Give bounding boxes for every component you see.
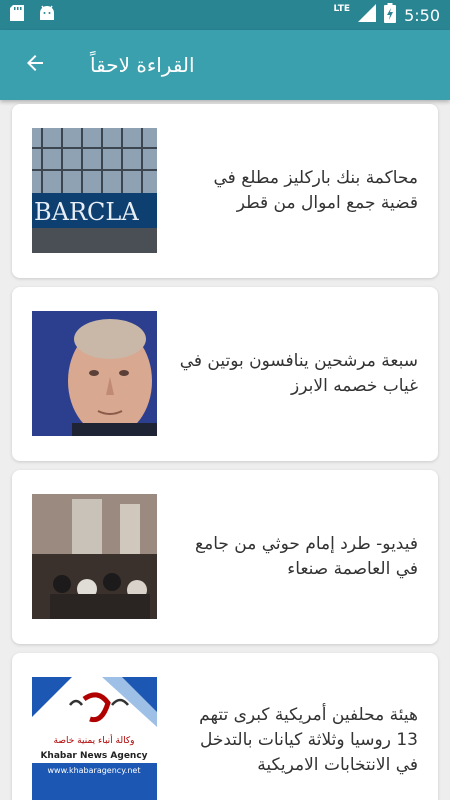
article-card[interactable]: وكالة أنباء يمنية خاصة Khabar News Agenc… xyxy=(12,653,438,800)
article-card[interactable]: سبعة مرشحين ينافسون بوتين في غياب خصمه ا… xyxy=(12,287,438,461)
article-thumbnail: BARCLA xyxy=(32,128,157,253)
battery-icon xyxy=(384,3,397,27)
page-title: القراءة لاحقاً xyxy=(90,53,195,77)
app-bar: القراءة لاحقاً xyxy=(0,30,450,100)
article-thumbnail xyxy=(32,494,157,619)
article-card[interactable]: فيديو- طرد إمام حوثي من جامع في العاصمة … xyxy=(12,470,438,644)
sd-card-icon xyxy=(10,5,24,25)
article-title: سبعة مرشحين ينافسون بوتين في غياب خصمه ا… xyxy=(179,351,418,396)
article-thumbnail: وكالة أنباء يمنية خاصة Khabar News Agenc… xyxy=(32,677,157,800)
article-title: محاكمة بنك باركليز مطلع في قضية جمع اموا… xyxy=(213,168,418,213)
network-type-label: LTE xyxy=(333,4,351,14)
svg-text:www.khabaragency.net: www.khabaragency.net xyxy=(48,766,141,775)
back-button[interactable] xyxy=(0,30,70,100)
svg-text:Khabar News Agency: Khabar News Agency xyxy=(40,751,147,761)
signal-icon xyxy=(358,4,377,26)
article-card[interactable]: BARCLA محاكمة بنك باركليز مطلع في قضية ج… xyxy=(12,104,438,278)
svg-text:BARCLA: BARCLA xyxy=(34,198,139,226)
svg-text:وكالة أنباء يمنية خاصة: وكالة أنباء يمنية خاصة xyxy=(54,734,135,746)
android-icon xyxy=(38,5,56,25)
clock: 5:50 xyxy=(404,5,440,25)
article-thumbnail xyxy=(32,311,157,436)
status-bar: LTE 5:50 xyxy=(0,0,450,30)
article-title: فيديو- طرد إمام حوثي من جامع في العاصمة … xyxy=(195,534,418,579)
article-title: هيئة محلفين أمريكية كبرى تتهم 13 روسيا و… xyxy=(199,704,418,775)
article-list: BARCLA محاكمة بنك باركليز مطلع في قضية ج… xyxy=(0,100,450,800)
arrow-back-icon xyxy=(23,51,47,79)
